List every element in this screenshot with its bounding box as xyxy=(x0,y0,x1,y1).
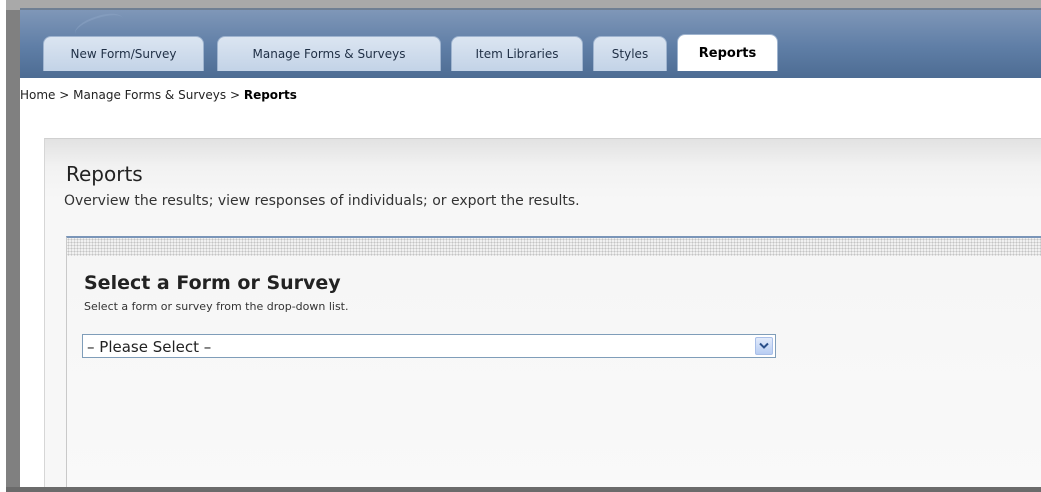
window-frame-bottom xyxy=(6,487,1041,492)
window-frame-left xyxy=(6,0,20,492)
select-value: – Please Select – xyxy=(87,338,212,356)
page-title: Reports xyxy=(66,162,143,186)
breadcrumb-home[interactable]: Home xyxy=(20,88,55,102)
dropdown-button[interactable] xyxy=(755,337,773,355)
tab-manage-forms-surveys[interactable]: Manage Forms & Surveys xyxy=(217,36,441,71)
tab-reports[interactable]: Reports xyxy=(677,34,778,71)
breadcrumb-manage[interactable]: Manage Forms & Surveys xyxy=(73,88,226,102)
section-dotted-header xyxy=(67,238,1041,256)
section-title: Select a Form or Survey xyxy=(84,272,341,294)
tab-item-libraries[interactable]: Item Libraries xyxy=(451,36,583,71)
chevron-down-icon xyxy=(759,342,769,349)
tab-new-form-survey[interactable]: New Form/Survey xyxy=(43,36,204,71)
form-survey-select[interactable]: – Please Select – xyxy=(82,334,776,358)
section-description: Select a form or survey from the drop-do… xyxy=(84,300,349,313)
breadcrumb: Home > Manage Forms & Surveys > Reports xyxy=(20,88,297,102)
breadcrumb-separator: > xyxy=(229,88,240,102)
frame-top-line xyxy=(20,8,1041,10)
breadcrumb-current: Reports xyxy=(243,88,297,102)
breadcrumb-separator: > xyxy=(59,88,70,102)
page-description: Overview the results; view responses of … xyxy=(64,193,580,209)
tab-styles[interactable]: Styles xyxy=(593,36,667,71)
